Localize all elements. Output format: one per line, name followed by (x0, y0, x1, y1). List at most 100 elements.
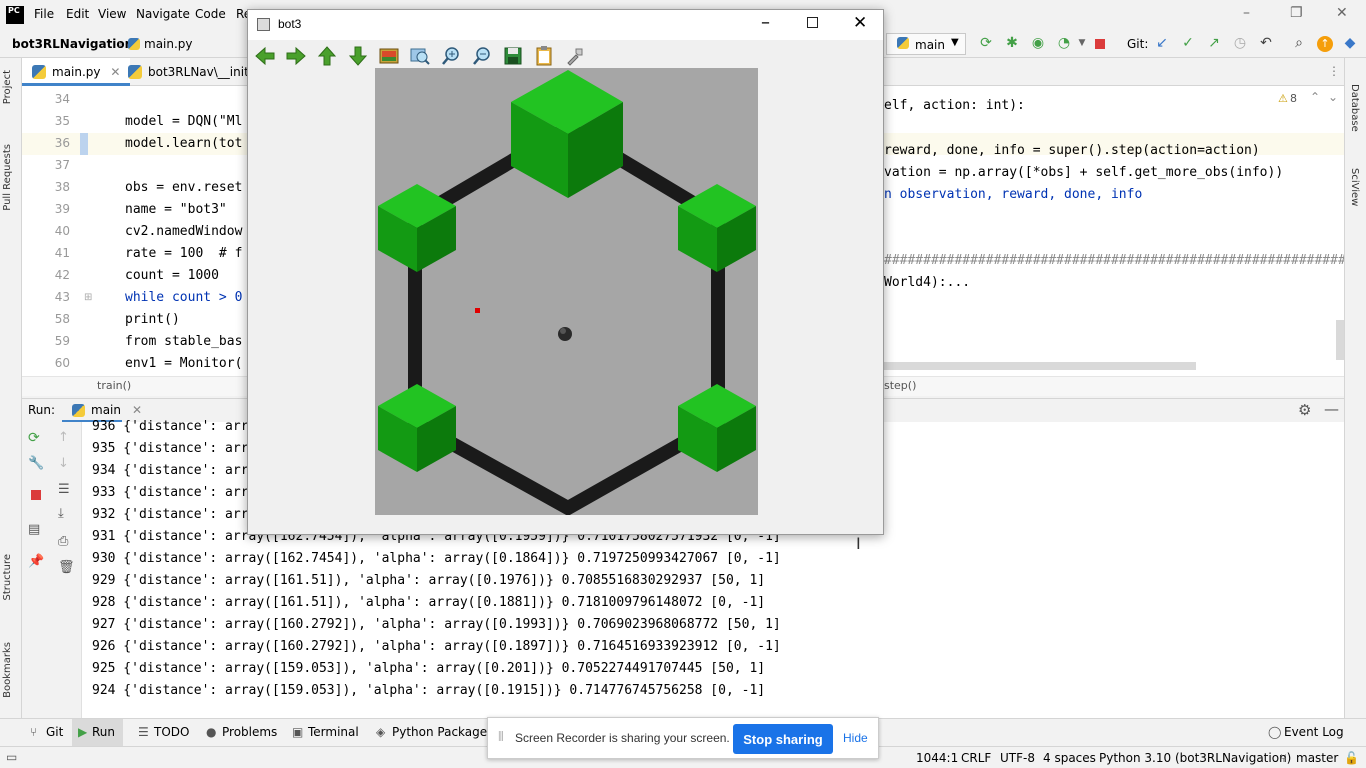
minimize-icon[interactable]: – (761, 12, 770, 33)
python-packages-tool-tab[interactable]: ◈ Python Packages (372, 725, 493, 739)
status-toggle-icon[interactable]: ▭ (6, 750, 17, 764)
coverage-icon[interactable]: ◉ (1030, 35, 1046, 51)
git-push-icon[interactable]: ↗ (1206, 35, 1222, 51)
database-tool-button[interactable]: Database (1349, 84, 1360, 132)
debug-icon[interactable]: ✱ (1004, 35, 1020, 51)
run-config-selector[interactable]: main ▼ (886, 33, 966, 55)
code-line: elf, action: int): (884, 98, 1025, 113)
search-icon[interactable]: ⌕ (1291, 35, 1307, 51)
todo-tool-tab[interactable]: ☰ TODO (134, 725, 189, 739)
project-breadcrumb[interactable]: bot3RLNavigation (12, 37, 133, 51)
fold-icon[interactable]: ⊞ (84, 292, 92, 303)
git-branch[interactable]: master (1296, 751, 1338, 765)
vertical-scrollbar[interactable] (1336, 320, 1344, 360)
more-run-icon[interactable]: ▼ (1074, 35, 1090, 51)
history-icon[interactable]: ◷ (1232, 35, 1248, 51)
hide-link[interactable]: Hide (843, 731, 868, 745)
warning-count[interactable]: 8 (1290, 92, 1297, 105)
zoom-fit-icon[interactable] (409, 45, 431, 67)
tab-menu-icon[interactable]: ⋮ (1328, 64, 1340, 78)
git-tool-tab[interactable]: ⑂ Git (26, 725, 63, 739)
close-tab-icon[interactable]: ✕ (132, 403, 142, 417)
layout-icon[interactable]: ▤ (28, 522, 40, 537)
stop-icon[interactable] (1095, 39, 1105, 49)
console-line: 925 {'distance': array([159.053]), 'alph… (92, 661, 766, 676)
event-log-tool-tab[interactable]: ◯ Event Log (1264, 725, 1344, 739)
git-commit-icon[interactable]: ✓ (1180, 35, 1196, 51)
bookmarks-tool-button[interactable]: Bookmarks (2, 642, 13, 698)
stop-icon[interactable] (31, 490, 41, 500)
arrow-down-icon[interactable] (347, 45, 369, 67)
code-line: World4):... (884, 275, 971, 290)
close-icon[interactable]: ✕ (1336, 5, 1348, 21)
updates-icon[interactable]: ↑ (1317, 36, 1333, 52)
trash-icon[interactable]: 🗑 (58, 560, 75, 575)
zoom-in-icon[interactable] (440, 45, 462, 67)
menu-view[interactable]: View (98, 7, 126, 21)
copy-icon[interactable] (533, 45, 555, 67)
file-breadcrumb[interactable]: main.py (144, 37, 193, 51)
line-separator[interactable]: CRLF (961, 751, 991, 765)
code-line: count = 1000 (125, 268, 219, 283)
chevron-down-icon[interactable]: ⌄ (1328, 90, 1338, 104)
menu-edit[interactable]: Edit (66, 7, 89, 21)
cube-obstacle (511, 70, 623, 198)
simulation-canvas[interactable] (375, 68, 758, 517)
rollback-icon[interactable]: ↶ (1258, 35, 1274, 51)
breadcrumb-train[interactable]: train() (97, 379, 131, 392)
scroll-to-end-icon[interactable]: ⤓ (58, 506, 64, 521)
pin-icon[interactable]: 📌 (28, 554, 44, 569)
rerun-icon[interactable]: ⟳ (978, 35, 994, 51)
arrow-up-icon[interactable] (316, 45, 338, 67)
horizontal-scrollbar[interactable] (884, 362, 1196, 370)
settings-gear-icon[interactable]: ⚙ (1298, 401, 1311, 419)
jetbrains-icon[interactable]: ◆ (1342, 35, 1358, 51)
soft-wrap-icon[interactable]: ☰ (58, 482, 70, 497)
terminal-tool-tab[interactable]: ▣ Terminal (288, 725, 359, 739)
lock-icon[interactable]: 🔓 (1344, 751, 1359, 765)
menu-code[interactable]: Code (195, 7, 226, 21)
save-icon[interactable] (502, 45, 524, 67)
scroll-up-icon[interactable]: ↑ (58, 430, 69, 445)
warning-icon[interactable]: ⚠ (1278, 92, 1288, 105)
sciview-tool-button[interactable]: SciView (1349, 168, 1360, 206)
window-titlebar[interactable]: bot3 – ✕ (248, 10, 883, 40)
close-icon[interactable]: ✕ (853, 13, 867, 33)
python-icon (897, 37, 909, 49)
console-line: 930 {'distance': array([162.7454]), 'alp… (92, 551, 781, 566)
menu-file[interactable]: File (34, 7, 54, 21)
run-tab-main[interactable]: main (91, 403, 121, 417)
restore-icon[interactable]: ❐ (1290, 5, 1303, 21)
zoom-out-icon[interactable] (471, 45, 493, 67)
arrow-right-icon[interactable] (285, 45, 307, 67)
properties-icon[interactable] (564, 45, 586, 67)
tab-main-py[interactable]: main.py ✕ (22, 58, 131, 86)
profile-icon[interactable]: ◔ (1056, 35, 1072, 51)
console-line: 936 {'distance': arr (92, 419, 249, 434)
breadcrumb-step[interactable]: step() (884, 379, 916, 392)
minimize-icon[interactable]: – (1243, 5, 1250, 21)
print-icon[interactable]: ⎙ (58, 534, 68, 549)
git-update-icon[interactable]: ↙ (1154, 35, 1170, 51)
drag-handle-icon[interactable]: ⦀ (498, 730, 504, 745)
caret-position[interactable]: 1044:1 (916, 751, 958, 765)
hide-panel-icon[interactable]: — (1324, 400, 1339, 418)
indent-setting[interactable]: 4 spaces (1043, 751, 1096, 765)
arrow-left-icon[interactable] (254, 45, 276, 67)
wrench-icon[interactable]: 🔧 (28, 456, 44, 471)
file-encoding[interactable]: UTF-8 (1000, 751, 1035, 765)
maximize-icon[interactable] (807, 17, 818, 28)
scroll-down-icon[interactable]: ↓ (58, 456, 69, 471)
chevron-up-icon[interactable]: ⌃ (1310, 90, 1320, 104)
image-icon[interactable] (378, 45, 400, 67)
menu-navigate[interactable]: Navigate (136, 7, 190, 21)
tab-label: bot3RLNav\__init__ (148, 65, 261, 79)
structure-tool-button[interactable]: Structure (2, 554, 13, 601)
stop-sharing-button[interactable]: Stop sharing (733, 724, 833, 754)
code-line: rate = 100 # f (125, 246, 243, 261)
rerun-icon[interactable]: ⟳ (28, 430, 40, 446)
run-tool-tab[interactable]: ▶ Run (72, 719, 124, 747)
problems-tool-tab[interactable]: ● Problems (202, 725, 277, 739)
cube-obstacle (378, 384, 456, 472)
python-interpreter[interactable]: Python 3.10 (bot3RLNavigation) (1099, 751, 1291, 765)
